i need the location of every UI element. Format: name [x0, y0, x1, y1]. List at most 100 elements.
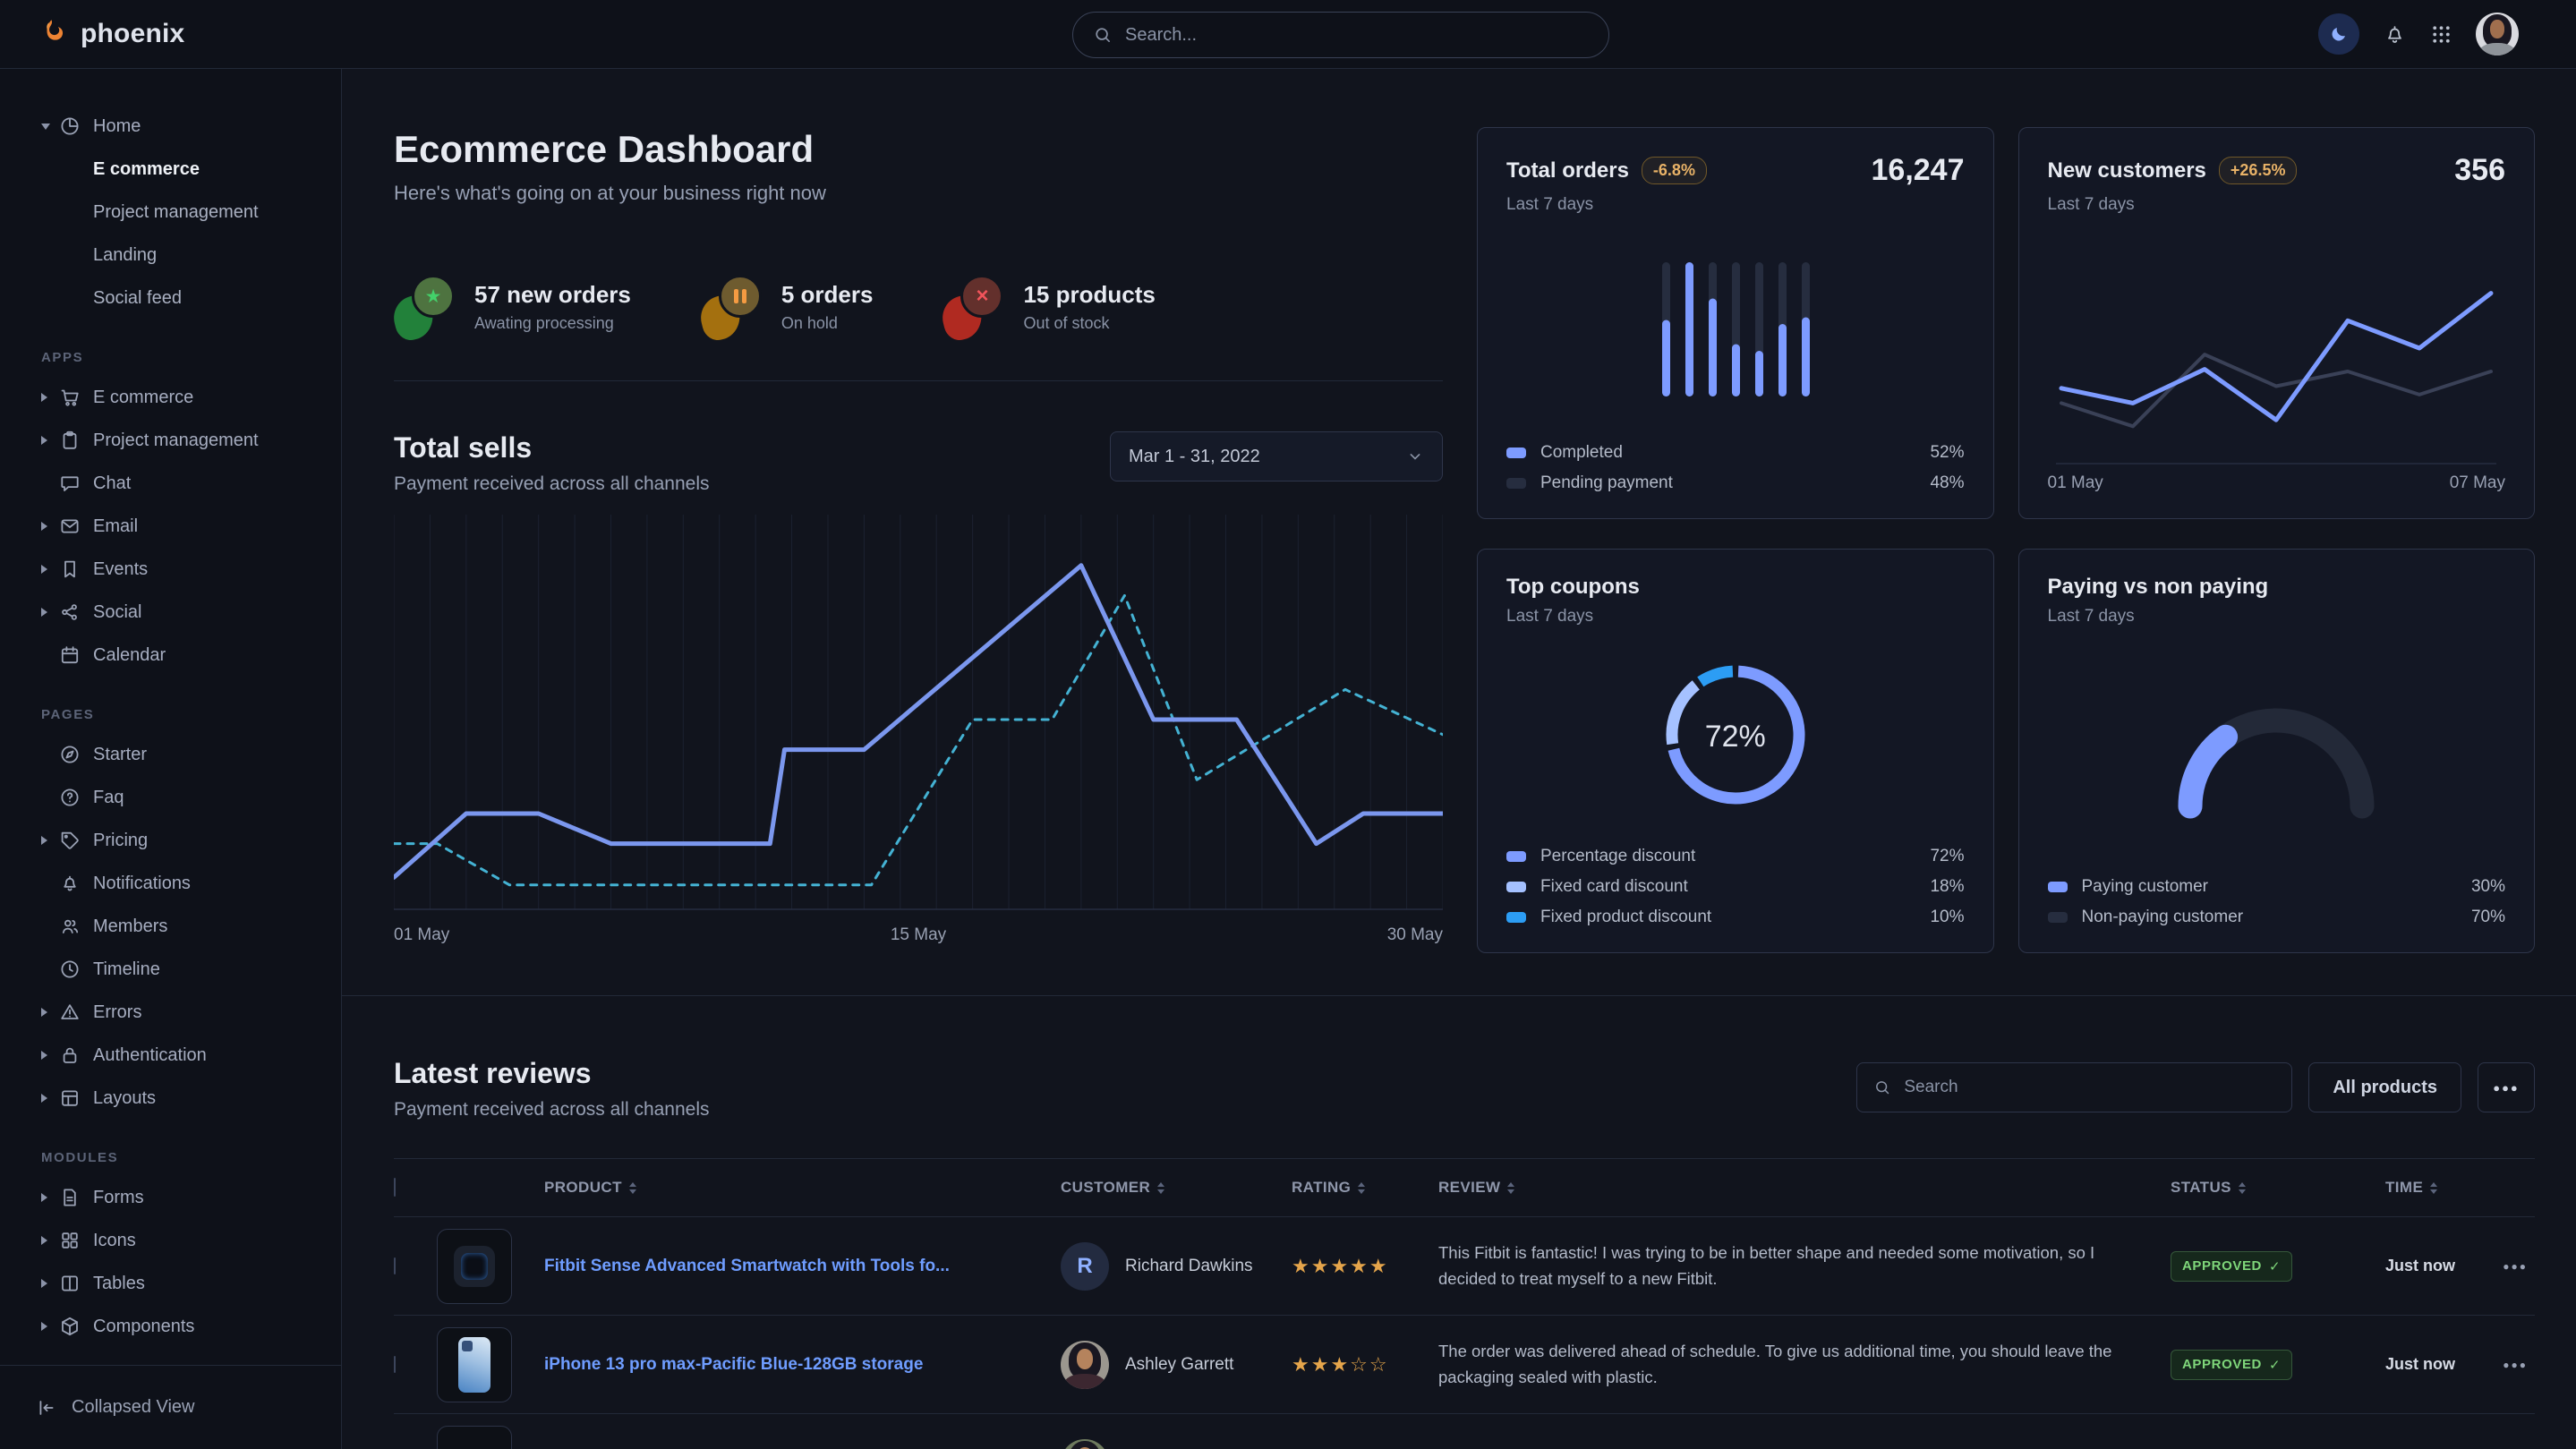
stats-row: ★57 new ordersAwating processing5 orders…	[394, 275, 1443, 339]
row-actions-button[interactable]: ●●●	[2493, 1260, 2535, 1273]
chat-icon	[59, 473, 81, 494]
column-header-rating[interactable]: RATING	[1292, 1179, 1438, 1197]
brand[interactable]: phoenix	[39, 18, 184, 50]
card-title: New customers	[2048, 158, 2206, 183]
top-coupons-donut: 72%	[1652, 652, 1819, 823]
sidebar-item-home[interactable]: Home	[0, 105, 341, 148]
x-tick: 01 May	[2048, 473, 2103, 493]
collapse-view-button[interactable]: Collapsed View	[0, 1365, 341, 1449]
review-text: The order was delivered ahead of schedul…	[1438, 1339, 2171, 1390]
select-all-checkbox[interactable]	[394, 1178, 396, 1197]
total-sells-title: Total sells	[394, 431, 710, 465]
total-orders-card: Total orders -6.8% 16,247 Last 7 days Co…	[1477, 127, 1994, 519]
sidebar-subitem-project-management[interactable]: Project management	[0, 191, 341, 234]
more-options-button[interactable]: ●●●	[2478, 1062, 2535, 1112]
product-thumbnail-phone	[458, 1337, 490, 1393]
stat-on-hold: 5 ordersOn hold	[701, 275, 874, 339]
product-thumbnail-watch	[454, 1246, 495, 1287]
sidebar-subitem-e-commerce[interactable]: E commerce	[0, 148, 341, 191]
sidebar-item-components[interactable]: Components	[0, 1305, 341, 1348]
collapse-view-label: Collapsed View	[72, 1397, 195, 1418]
sidebar-subitem-social-feed[interactable]: Social feed	[0, 277, 341, 320]
paying-gauge-chart	[2048, 626, 2506, 877]
column-header-status[interactable]: STATUS	[2171, 1179, 2385, 1197]
legend-row: Paying customer30%	[2048, 877, 2506, 897]
caret-icon	[41, 436, 59, 445]
x-tick: 07 May	[2450, 473, 2505, 493]
status-badge: APPROVED ✓	[2171, 1251, 2292, 1282]
caret-icon	[41, 565, 59, 574]
card-period: Last 7 days	[2048, 195, 2506, 215]
reviews-search[interactable]	[1856, 1062, 2292, 1112]
product-thumbnail[interactable]	[437, 1426, 512, 1449]
sidebar-item-forms[interactable]: Forms	[0, 1176, 341, 1219]
mail-icon	[59, 516, 81, 537]
sidebar-item-project-management[interactable]: Project management	[0, 419, 341, 462]
sidebar-item-e-commerce[interactable]: E commerce	[0, 376, 341, 419]
total-sells-subtitle: Payment received across all channels	[394, 473, 710, 495]
column-header-customer[interactable]: CUSTOMER	[1061, 1179, 1292, 1197]
sidebar-item-starter[interactable]: Starter	[0, 733, 341, 776]
sidebar-item-tables[interactable]: Tables	[0, 1262, 341, 1305]
row-checkbox[interactable]	[394, 1356, 396, 1373]
caret-icon	[41, 1236, 59, 1245]
column-header-time[interactable]: TIME	[2385, 1179, 2493, 1197]
user-avatar[interactable]	[2476, 13, 2519, 55]
sidebar-item-pricing[interactable]: Pricing	[0, 819, 341, 862]
navbar-search[interactable]	[1072, 12, 1609, 58]
date-range-select[interactable]: Mar 1 - 31, 2022	[1110, 431, 1443, 482]
customer-name: Ashley Garrett	[1125, 1355, 1233, 1375]
column-header-product[interactable]: PRODUCT	[544, 1179, 1061, 1197]
row-actions-button[interactable]: ●●●	[2493, 1359, 2535, 1371]
bell-icon[interactable]	[2383, 22, 2407, 47]
caret-icon	[41, 1008, 59, 1017]
section-label-modules: MODULES	[41, 1150, 341, 1165]
sidebar-item-calendar[interactable]: Calendar	[0, 634, 341, 677]
all-products-button[interactable]: All products	[2308, 1062, 2461, 1112]
collapse-left-icon	[36, 1397, 57, 1419]
x-icon: ×	[943, 275, 1003, 339]
sidebar-item-errors[interactable]: Errors	[0, 991, 341, 1034]
bookmark-icon	[59, 558, 81, 580]
top-navbar: phoenix	[0, 0, 2576, 69]
pie-chart-icon	[59, 115, 81, 137]
sidebar-subitem-landing[interactable]: Landing	[0, 234, 341, 277]
check-icon: ✓	[2269, 1258, 2281, 1274]
stat-out-of-stock: ×15 productsOut of stock	[943, 275, 1155, 339]
page-subtitle: Here's what's going on at your business …	[394, 182, 1443, 205]
ellipsis-icon: ●●●	[2493, 1081, 2520, 1095]
sidebar-item-events[interactable]: Events	[0, 548, 341, 591]
apps-grid-icon[interactable]	[2430, 23, 2452, 46]
product-thumbnail[interactable]	[437, 1229, 512, 1304]
legend-row: Pending payment48%	[1506, 473, 1965, 493]
card-period: Last 7 days	[1506, 607, 1965, 626]
tag-icon	[59, 830, 81, 851]
sidebar-item-chat[interactable]: Chat	[0, 462, 341, 505]
sidebar-item-layouts[interactable]: Layouts	[0, 1077, 341, 1120]
product-thumbnail[interactable]	[437, 1327, 512, 1402]
navbar-search-input[interactable]	[1125, 25, 1589, 46]
dark-mode-toggle[interactable]	[2318, 13, 2359, 55]
moon-icon	[2329, 24, 2349, 44]
sidebar-item-faq[interactable]: Faq	[0, 776, 341, 819]
layout-icon	[59, 1087, 81, 1109]
sidebar-item-icons[interactable]: Icons	[0, 1219, 341, 1262]
caret-icon	[41, 608, 59, 617]
sidebar-item-members[interactable]: Members	[0, 905, 341, 948]
product-link[interactable]: Fitbit Sense Advanced Smartwatch with To…	[544, 1257, 950, 1275]
box-icon	[59, 1316, 81, 1337]
row-checkbox[interactable]	[394, 1257, 396, 1274]
sidebar-item-notifications[interactable]: Notifications	[0, 862, 341, 905]
sidebar-item-authentication[interactable]: Authentication	[0, 1034, 341, 1077]
legend-row: Fixed card discount18%	[1506, 877, 1965, 897]
sidebar-item-email[interactable]: Email	[0, 505, 341, 548]
users-icon	[59, 916, 81, 937]
sidebar-item-social[interactable]: Social	[0, 591, 341, 634]
pause-icon	[701, 275, 762, 339]
caret-icon	[41, 1322, 59, 1331]
product-link[interactable]: iPhone 13 pro max-Pacific Blue-128GB sto…	[544, 1355, 923, 1374]
reviews-search-input[interactable]	[1904, 1078, 2275, 1097]
clock-icon	[59, 959, 81, 980]
sidebar-item-timeline[interactable]: Timeline	[0, 948, 341, 991]
column-header-review[interactable]: REVIEW	[1438, 1179, 2171, 1197]
